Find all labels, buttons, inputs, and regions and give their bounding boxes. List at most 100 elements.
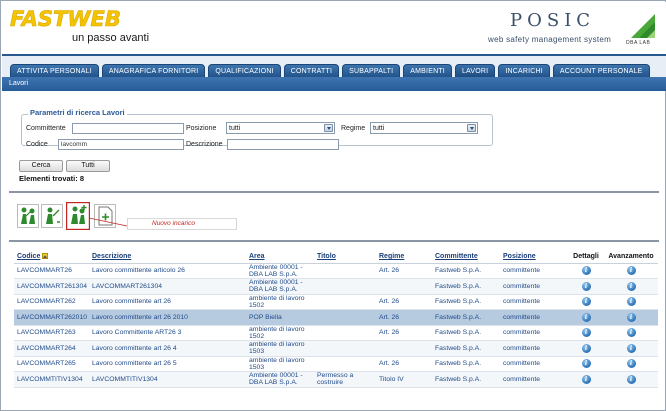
dba-lab-logo-icon [631,14,655,38]
cell-regime: Titolo IV [376,371,432,388]
cell-codice[interactable]: LAVCOMMART261304 [14,278,89,295]
cell-regime: Art. 26 [376,263,432,279]
progress-info-icon[interactable]: i [626,297,636,307]
new-assignment-icon[interactable] [66,202,90,230]
tab-attivita-personali[interactable]: ATTIVITA PERSONALI [10,64,99,77]
cell-dettagli: i [568,263,604,279]
col-codice[interactable]: Codice [14,251,89,264]
table-row[interactable]: LAVCOMMART261304 LAVCOMMART261304 Ambiente… [14,278,658,295]
committente-input[interactable] [72,123,184,134]
details-info-icon[interactable]: i [581,297,591,307]
col-area[interactable]: Area [246,251,314,264]
col-committente[interactable]: Committente [432,251,500,264]
cell-titolo [314,309,376,326]
cell-area: ambiente di lavoro 1502 [246,325,314,341]
posizione-select[interactable]: tutti [226,122,335,134]
cell-titolo [314,340,376,357]
tab-contratti[interactable]: CONTRATTI [283,64,340,77]
tutti-button[interactable]: Tutti [66,160,110,172]
tab-subappalti[interactable]: SUBAPPALTI [342,64,401,77]
cell-codice[interactable]: LAVCOMMART262 [14,294,89,310]
progress-info-icon[interactable]: i [626,266,636,276]
cell-committente: Fastweb S.p.A. [432,325,500,341]
table-row[interactable]: LAVCOMMART262 Lavoro committente art 26 am… [14,294,658,310]
cell-dettagli: i [568,371,604,388]
progress-info-icon[interactable]: i [626,312,636,322]
search-panel: Parametri di ricerca Lavori Committente … [9,94,659,190]
sort-asc-icon[interactable] [42,253,49,260]
details-info-icon[interactable]: i [581,312,591,322]
details-info-icon[interactable]: i [581,281,591,291]
worker-tools-icon[interactable] [41,204,63,228]
cell-dettagli: i [568,278,604,295]
cell-codice[interactable]: LAVCOMMART264 [14,340,89,357]
posic-subtitle: web safety management system [488,35,612,44]
details-info-icon[interactable]: i [581,328,591,338]
cell-area: POP Biella [246,309,314,326]
section-title-bar: Lavori [2,77,666,91]
codice-input[interactable]: lavcomm [58,139,184,150]
cell-regime: Art. 26 [376,294,432,310]
tab-qualificazioni[interactable]: QUALIFICAZIONI [208,64,281,77]
cell-posizione: committente [500,371,568,388]
cell-regime [376,340,432,357]
new-assignment-tooltip: Nuovo incarico [127,218,237,230]
progress-info-icon[interactable]: i [626,359,636,369]
col-regime[interactable]: Regime [376,251,432,264]
cell-codice[interactable]: LAVCOMMART26 [14,263,89,279]
details-info-icon[interactable]: i [581,266,591,276]
codice-label: Codice [26,141,48,148]
progress-info-icon[interactable]: i [626,374,636,384]
table-row[interactable]: LAVCOMMART265 Lavoro committente art 26 5… [14,356,658,372]
cell-descrizione: LAVCOMMART261304 [89,278,246,295]
progress-info-icon[interactable]: i [626,281,636,291]
progress-info-icon[interactable]: i [626,328,636,338]
tab-anagrafica-fornitori[interactable]: ANAGRAFICA FORNITORI [101,64,206,77]
committente-label: Committente [26,125,66,132]
table-row[interactable]: LAVCOMMART262010 Lavoro committente art 2… [14,309,658,326]
cell-descrizione: Lavoro committente art 26 5 [89,356,246,372]
cerca-button[interactable]: Cerca [19,160,63,172]
cell-regime [376,278,432,295]
cell-avanzamento: i [604,325,658,341]
cell-descrizione: LAVCOMMTITIV1304 [89,371,246,388]
fastweb-tagline: un passo avanti [72,32,150,44]
tab-ambienti[interactable]: AMBIENTI [403,64,452,77]
cell-codice[interactable]: LAVCOMMART265 [14,356,89,372]
cell-posizione: committente [500,278,568,295]
cell-titolo: Permesso a costruire [314,371,376,388]
cell-codice[interactable]: LAVCOMMTITIV1304 [14,371,89,388]
cell-dettagli: i [568,309,604,326]
tab-lavori[interactable]: LAVORI [454,64,496,77]
cell-committente: Fastweb S.p.A. [432,371,500,388]
details-info-icon[interactable]: i [581,374,591,384]
cell-committente: Fastweb S.p.A. [432,263,500,279]
col-descrizione[interactable]: Descrizione [89,251,246,264]
tab-incarichi[interactable]: INCARICHI [498,64,550,77]
cell-committente: Fastweb S.p.A. [432,294,500,310]
col-posizione[interactable]: Posizione [500,251,568,264]
results-count: Elementi trovati: 8 [19,174,85,183]
workers-icon[interactable] [17,204,39,228]
chevron-down-icon[interactable] [324,124,333,132]
table-row[interactable]: LAVCOMMART26 Lavoro committente articolo … [14,263,658,279]
table-row[interactable]: LAVCOMMART264 Lavoro committente art 26 4… [14,340,658,357]
progress-info-icon[interactable]: i [626,343,636,353]
cell-posizione: committente [500,263,568,279]
details-info-icon[interactable]: i [581,343,591,353]
cell-descrizione: Lavoro committente art 26 4 [89,340,246,357]
regime-select[interactable]: tutti [370,122,478,134]
cell-regime: Art. 26 [376,356,432,372]
fastweb-logo[interactable]: FASTWEB [10,7,121,32]
cell-codice[interactable]: LAVCOMMART262010 [14,309,89,326]
col-titolo[interactable]: Titolo [314,251,376,264]
tab-account-personale[interactable]: ACCOUNT PERSONALE [552,64,650,77]
table-row[interactable]: LAVCOMMART263 Lavoro Committente ART26 3a… [14,325,658,341]
details-info-icon[interactable]: i [581,359,591,369]
col-avanzamento: Avanzamento [604,251,658,264]
table-row[interactable]: LAVCOMMTITIV1304 LAVCOMMTITIV1304 Ambiente… [14,371,658,388]
descrizione-input[interactable] [227,139,339,150]
cell-codice[interactable]: LAVCOMMART263 [14,325,89,341]
chevron-down-icon[interactable] [467,124,476,132]
cell-regime: Art. 26 [376,325,432,341]
